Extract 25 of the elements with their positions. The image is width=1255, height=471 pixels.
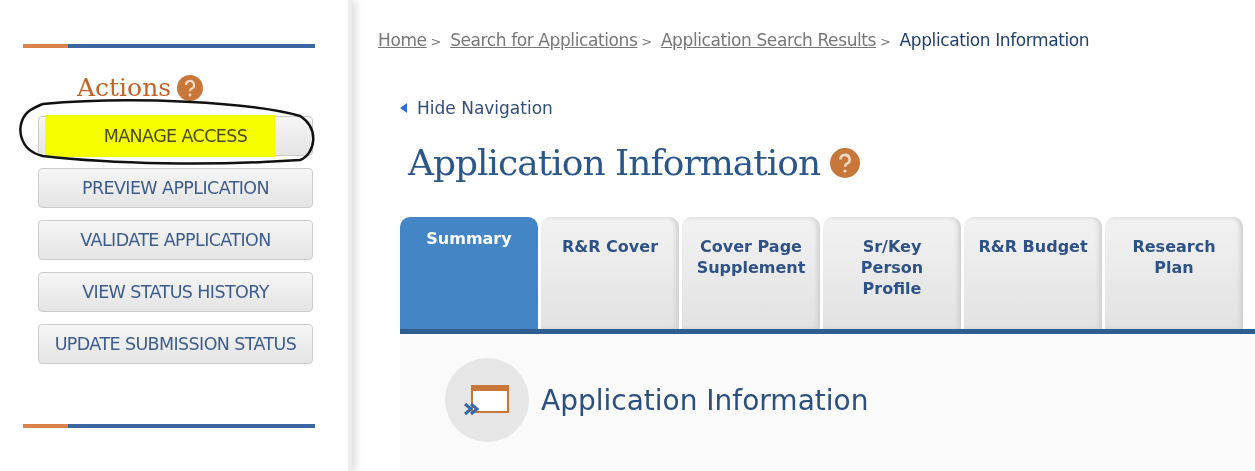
action-button[interactable]: MANAGE ACCESS xyxy=(38,116,313,156)
breadcrumb-separator: > xyxy=(880,34,891,49)
tab[interactable]: R&R Budget xyxy=(964,217,1102,329)
actions-heading: Actions xyxy=(77,73,172,102)
action-button[interactable]: UPDATE SUBMISSION STATUS xyxy=(38,324,313,364)
breadcrumb-separator: > xyxy=(430,34,442,49)
action-button[interactable]: VIEW STATUS HISTORY xyxy=(38,272,313,312)
breadcrumb-link[interactable]: Application Search Results xyxy=(660,30,877,50)
breadcrumb-link[interactable]: Home xyxy=(378,30,427,50)
breadcrumb-link[interactable]: Search for Applications xyxy=(450,30,638,50)
tab[interactable]: Sr/Key Person Profile xyxy=(823,217,961,329)
caret-left-icon[interactable] xyxy=(400,103,407,113)
action-button[interactable]: PREVIEW APPLICATION xyxy=(38,168,313,208)
action-button[interactable]: VALIDATE APPLICATION xyxy=(38,220,313,260)
help-icon[interactable] xyxy=(177,74,204,101)
tab[interactable]: R&R Cover xyxy=(541,217,679,329)
tab[interactable]: Cover Page Supplement xyxy=(682,217,820,329)
tab[interactable]: Research Plan xyxy=(1105,217,1243,329)
tab[interactable]: Summary xyxy=(400,217,538,329)
breadcrumb-separator: > xyxy=(641,34,652,49)
hide-navigation-link[interactable]: Hide Navigation xyxy=(417,98,553,118)
section-heading: Application Information xyxy=(541,383,869,417)
page-title: Application Information xyxy=(408,142,821,183)
help-icon[interactable] xyxy=(830,147,861,178)
breadcrumb-current: Application Information xyxy=(899,30,1090,50)
